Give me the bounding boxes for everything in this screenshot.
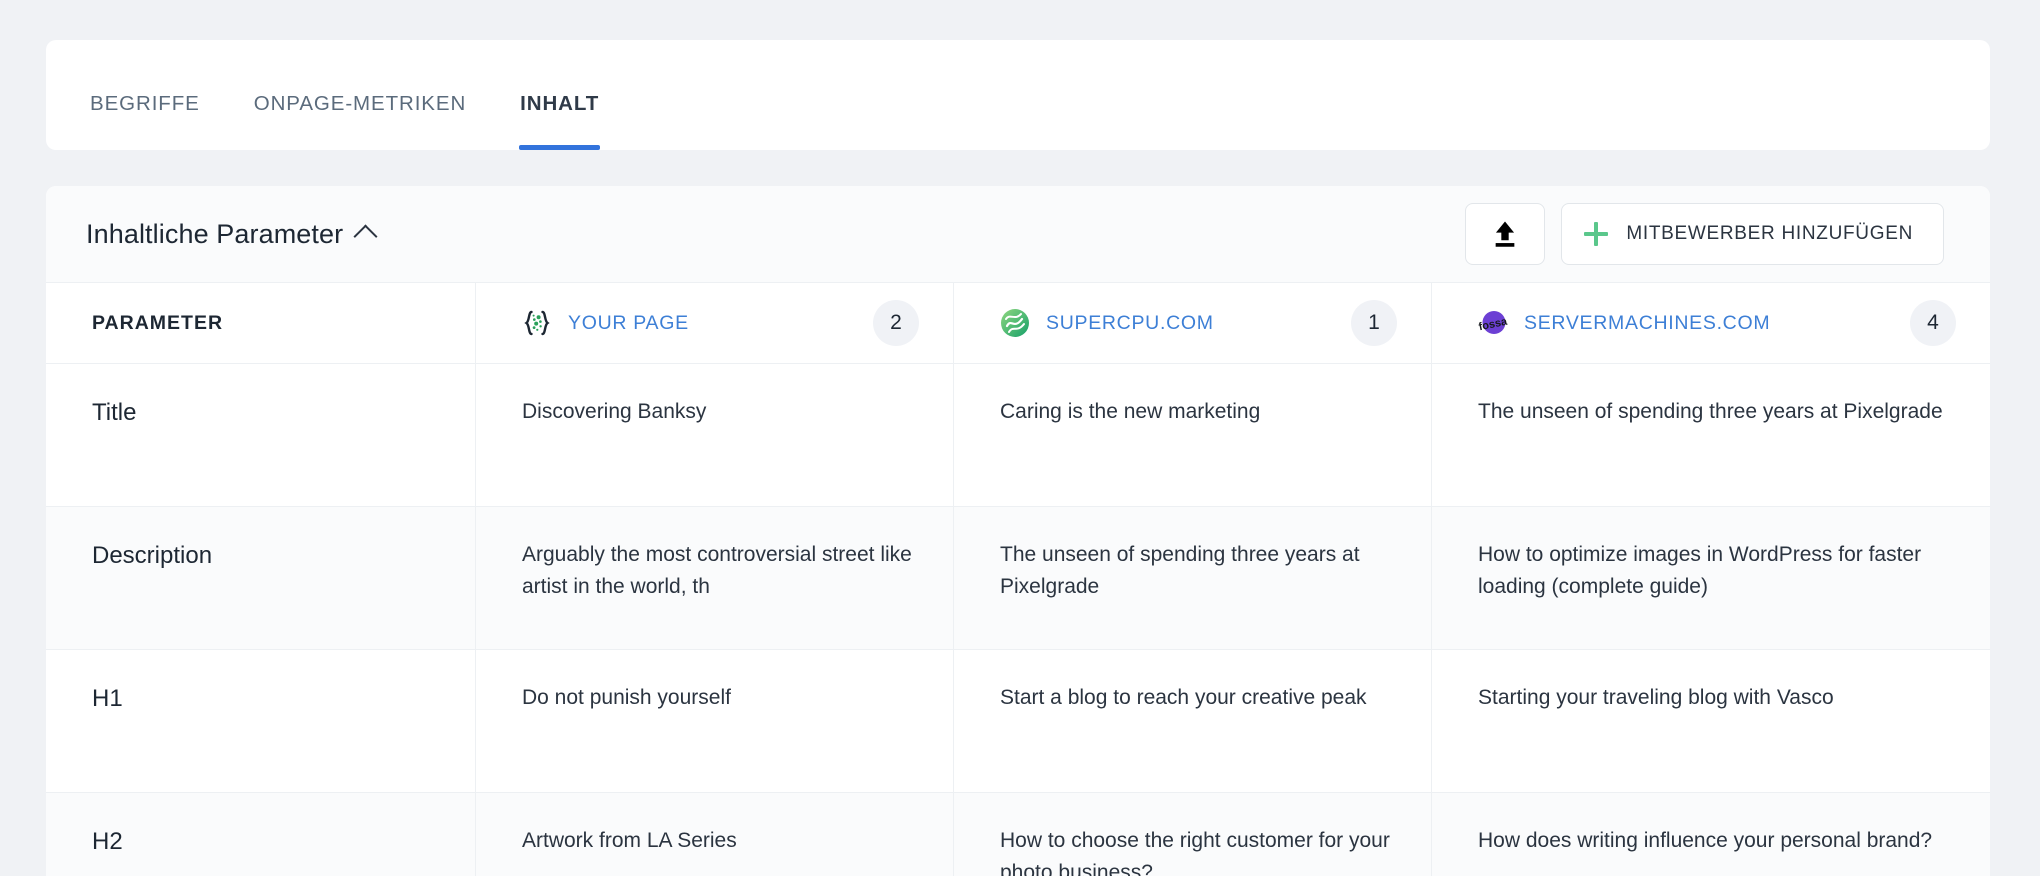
add-competitor-button[interactable]: MITBEWERBER HINZUFÜGEN: [1561, 203, 1944, 265]
cell-value: How to optimize images in WordPress for …: [1478, 543, 1922, 598]
upload-icon: [1495, 221, 1515, 247]
se-ranking-braces-icon: [522, 308, 552, 338]
section-collapse-toggle[interactable]: Inhaltliche Parameter: [86, 218, 378, 250]
row-servermachines-cell: The unseen of spending three years at Pi…: [1432, 364, 1990, 506]
cell-value: Artwork from LA Series: [522, 829, 737, 852]
row-parameter-cell: H1: [46, 650, 476, 792]
your-page-badge: 2: [873, 300, 919, 346]
cell-value: Caring is the new marketing: [1000, 400, 1261, 423]
row-servermachines-cell: How does writing influence your personal…: [1432, 793, 1990, 876]
row-your-page-cell: Do not punish yourself: [476, 650, 954, 792]
tab-inhalt[interactable]: INHALT: [519, 92, 601, 150]
cell-value: How does writing influence your personal…: [1478, 829, 1933, 852]
section-title: Inhaltliche Parameter: [86, 218, 344, 249]
table-header-row: PARAMETER YOUR PAGE 2 SUPERCPU.COM 1 fos…: [46, 282, 1990, 364]
row-your-page-cell: Arguably the most controversial street l…: [476, 507, 954, 649]
tab-onpage-metriken[interactable]: ONPAGE-METRIKEN: [254, 92, 466, 150]
column-header-parameter: PARAMETER: [46, 283, 476, 363]
column-header-your-page: YOUR PAGE 2: [476, 283, 954, 363]
table-row: H1 Do not punish yourself Start a blog t…: [46, 650, 1990, 793]
servermachines-link[interactable]: fossa SERVERMACHINES.COM: [1478, 308, 1910, 338]
column-header-parameter-label: PARAMETER: [92, 311, 224, 334]
tab-bar-card: BEGRIFFE ONPAGE-METRIKEN INHALT: [46, 40, 1990, 150]
cell-value: The unseen of spending three years at Pi…: [1478, 400, 1943, 423]
plus-icon: [1584, 222, 1609, 246]
supercpu-label: SUPERCPU.COM: [1046, 311, 1214, 334]
row-supercpu-cell: Start a blog to reach your creative peak: [954, 650, 1432, 792]
cell-value: Arguably the most controversial street l…: [522, 543, 912, 598]
cell-value: Starting your traveling blog with Vasco: [1478, 686, 1834, 709]
table-row: Description Arguably the most controvers…: [46, 507, 1990, 650]
header-actions: MITBEWERBER HINZUFÜGEN: [1465, 203, 1944, 265]
supercpu-badge: 1: [1351, 300, 1397, 346]
row-parameter-label: H1: [92, 685, 123, 712]
servermachines-label: SERVERMACHINES.COM: [1524, 311, 1771, 334]
column-header-supercpu: SUPERCPU.COM 1: [954, 283, 1432, 363]
table-row: H2 Artwork from LA Series How to choose …: [46, 793, 1990, 876]
row-parameter-cell: H2: [46, 793, 476, 876]
your-page-label: YOUR PAGE: [568, 311, 689, 334]
supercpu-logo-icon: [1000, 308, 1030, 338]
export-button[interactable]: [1465, 203, 1546, 265]
add-competitor-label: MITBEWERBER HINZUFÜGEN: [1626, 223, 1913, 244]
row-parameter-label: H2: [92, 828, 123, 855]
cell-value: Discovering Banksy: [522, 400, 707, 423]
row-your-page-cell: Discovering Banksy: [476, 364, 954, 506]
content-parameters-table: PARAMETER YOUR PAGE 2 SUPERCPU.COM 1 fos…: [46, 282, 1990, 876]
section-header: Inhaltliche Parameter MITBEWERBER HINZUF…: [46, 186, 1990, 282]
cell-value: Start a blog to reach your creative peak: [1000, 686, 1367, 709]
cell-value: How to choose the right customer for you…: [1000, 829, 1390, 876]
tab-begriffe[interactable]: BEGRIFFE: [90, 92, 200, 150]
tab-list: BEGRIFFE ONPAGE-METRIKEN INHALT: [46, 40, 1990, 150]
cell-value: Do not punish yourself: [522, 686, 731, 709]
row-parameter-label: Description: [92, 542, 213, 569]
page-root: BEGRIFFE ONPAGE-METRIKEN INHALT Inhaltli…: [0, 0, 2040, 876]
supercpu-link[interactable]: SUPERCPU.COM: [1000, 308, 1351, 338]
row-parameter-label: Title: [92, 399, 137, 426]
row-your-page-cell: Artwork from LA Series: [476, 793, 954, 876]
cell-value: The unseen of spending three years at Pi…: [1000, 543, 1360, 598]
row-parameter-cell: Description: [46, 507, 476, 649]
servermachines-badge: 4: [1910, 300, 1956, 346]
table-row: Title Discovering Banksy Caring is the n…: [46, 364, 1990, 507]
row-servermachines-cell: How to optimize images in WordPress for …: [1432, 507, 1990, 649]
fossa-logo-icon: fossa: [1478, 308, 1508, 338]
row-supercpu-cell: How to choose the right customer for you…: [954, 793, 1432, 876]
chevron-up-icon[interactable]: [353, 223, 378, 249]
column-header-servermachines: fossa SERVERMACHINES.COM 4: [1432, 283, 1990, 363]
row-supercpu-cell: The unseen of spending three years at Pi…: [954, 507, 1432, 649]
row-parameter-cell: Title: [46, 364, 476, 506]
your-page-link[interactable]: YOUR PAGE: [522, 308, 873, 338]
content-card: Inhaltliche Parameter MITBEWERBER HINZUF…: [46, 186, 1990, 876]
row-supercpu-cell: Caring is the new marketing: [954, 364, 1432, 506]
row-servermachines-cell: Starting your traveling blog with Vasco: [1432, 650, 1990, 792]
